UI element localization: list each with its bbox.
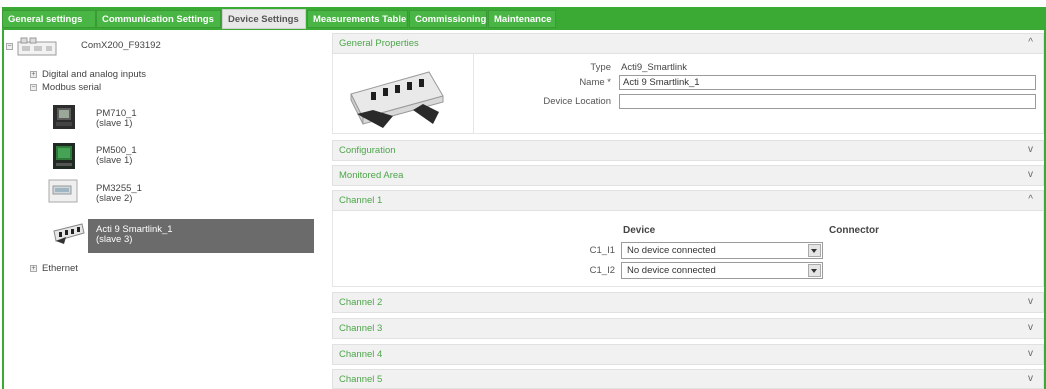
chevron-up-icon[interactable]: ^: [1028, 194, 1033, 205]
channel-5-header[interactable]: Channel 5 v: [332, 369, 1044, 389]
channel-2-header[interactable]: Channel 2 v: [332, 292, 1044, 313]
tree-device-slave: (slave 1): [96, 118, 133, 129]
tree-device-slave: (slave 2): [96, 193, 133, 204]
connector-column-header: Connector: [829, 225, 879, 236]
tree-root-label[interactable]: ComX200_F93192: [81, 40, 161, 51]
section-title: Channel 1: [339, 195, 383, 206]
general-properties-body: Type Acti9_Smartlink Name * Device Locat…: [332, 54, 1044, 134]
device-column-header: Device: [623, 225, 656, 236]
tab-commissioning[interactable]: Commissioning: [409, 10, 487, 28]
dropdown-arrow-icon[interactable]: [808, 264, 821, 277]
channel-4-header[interactable]: Channel 4 v: [332, 344, 1044, 365]
collapse-modbus-icon[interactable]: −: [30, 84, 37, 91]
type-value: Acti9_Smartlink: [621, 62, 687, 73]
chevron-up-icon[interactable]: ^: [1028, 37, 1033, 48]
c1-i1-device-select[interactable]: No device connected: [621, 242, 823, 259]
device-location-label: Device Location: [543, 96, 611, 107]
channel-1-body: Device Connector C1_I1 No device connect…: [332, 211, 1044, 287]
select-value: No device connected: [627, 265, 716, 276]
configuration-header[interactable]: Configuration v: [332, 140, 1044, 161]
c1-i2-device-select[interactable]: No device connected: [621, 262, 823, 279]
device-tree: − ComX200_F93192 + Digital and analog in…: [4, 30, 324, 389]
section-title: General Properties: [339, 38, 419, 49]
section-title: Configuration: [339, 145, 396, 156]
tab-communication-settings[interactable]: Communication Settings: [96, 10, 221, 28]
tree-ethernet[interactable]: Ethernet: [42, 263, 78, 274]
tab-maintenance[interactable]: Maintenance: [488, 10, 556, 28]
device-location-field[interactable]: [619, 94, 1036, 109]
tab-measurements-table[interactable]: Measurements Table: [307, 10, 408, 28]
channel-input-label: C1_I2: [589, 265, 615, 276]
tree-device-slave: (slave 1): [96, 155, 133, 166]
tree-selected-device-row[interactable]: Acti 9 Smartlink_1 (slave 3): [88, 219, 314, 253]
type-label: Type: [590, 62, 611, 73]
smartlink-icon: [52, 221, 86, 245]
section-title: Channel 4: [339, 349, 383, 360]
expand-digital-icon[interactable]: +: [30, 71, 37, 78]
tree-modbus-serial[interactable]: Modbus serial: [42, 82, 101, 93]
chevron-down-icon[interactable]: v: [1028, 373, 1033, 384]
chevron-down-icon[interactable]: v: [1028, 348, 1033, 359]
pm710-meter-icon: [52, 104, 76, 130]
chevron-down-icon[interactable]: v: [1028, 296, 1033, 307]
section-title: Monitored Area: [339, 170, 404, 181]
device-photo: [333, 54, 474, 133]
section-title: Channel 5: [339, 374, 383, 385]
section-title: Channel 2: [339, 297, 383, 308]
tab-strip: General settings Communication Settings …: [2, 7, 1046, 30]
tab-general-settings[interactable]: General settings: [2, 10, 96, 28]
select-value: No device connected: [627, 245, 716, 256]
tab-bar: General settings Communication Settings …: [0, 0, 1046, 30]
chevron-down-icon[interactable]: v: [1028, 144, 1033, 155]
channel-input-label: C1_I1: [589, 245, 615, 256]
dropdown-arrow-icon[interactable]: [808, 244, 821, 257]
chevron-down-icon[interactable]: v: [1028, 169, 1033, 180]
channel-1-header[interactable]: Channel 1 ^: [332, 190, 1044, 211]
channel-3-header[interactable]: Channel 3 v: [332, 318, 1044, 339]
collapse-root-icon[interactable]: −: [6, 43, 13, 50]
tree-device-slave: (slave 3): [96, 234, 133, 245]
name-field[interactable]: [619, 75, 1036, 90]
expand-ethernet-icon[interactable]: +: [30, 265, 37, 272]
monitored-area-header[interactable]: Monitored Area v: [332, 165, 1044, 186]
tab-device-settings[interactable]: Device Settings: [222, 9, 306, 29]
chevron-down-icon[interactable]: v: [1028, 322, 1033, 333]
comx-gateway-icon: [17, 37, 59, 57]
pm3255-meter-icon: [48, 178, 78, 204]
name-label: Name *: [579, 77, 611, 88]
general-properties-header[interactable]: General Properties ^: [332, 33, 1044, 54]
pm500-meter-icon: [52, 142, 76, 170]
section-title: Channel 3: [339, 323, 383, 334]
tree-digital-analog-inputs[interactable]: Digital and analog inputs: [42, 69, 146, 80]
